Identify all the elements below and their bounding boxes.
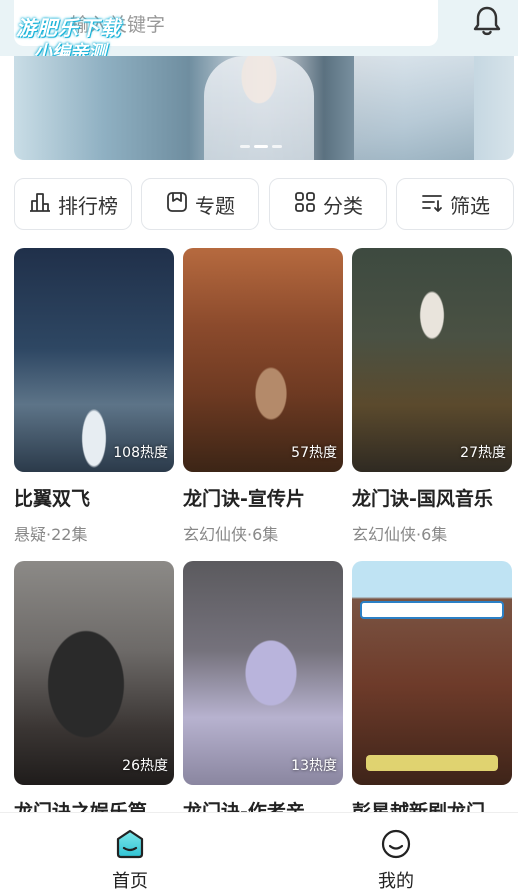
category-grid-icon <box>293 190 317 219</box>
nav-profile[interactable]: 我的 <box>356 827 436 893</box>
topic-button[interactable]: 专题 <box>141 178 259 230</box>
heat-badge: 26热度 <box>122 758 168 774</box>
heat-badge: 108热度 <box>113 445 168 461</box>
video-card[interactable]: 27热度 龙门诀-国风音乐 玄幻仙侠·6集 <box>352 248 512 545</box>
bell-icon[interactable] <box>470 4 504 38</box>
ranking-icon <box>28 190 52 219</box>
video-title[interactable]: 龙门诀-宣传片 <box>183 484 343 511</box>
video-card[interactable]: 57热度 龙门诀-宣传片 玄幻仙侠·6集 <box>183 248 343 545</box>
video-card[interactable]: 13热度 龙门诀-作者亲… <box>183 561 343 824</box>
bottom-nav: 首页 我的 <box>0 812 518 893</box>
heat-badge: 27热度 <box>460 445 506 461</box>
video-subtitle: 悬疑·22集 <box>14 525 88 544</box>
video-thumbnail[interactable] <box>352 561 512 785</box>
video-card[interactable]: 彭星越新剧龙门… <box>352 561 512 824</box>
video-card[interactable]: 26热度 龙门诀之娱乐篇 <box>14 561 174 824</box>
ranking-label: 排行榜 <box>58 193 118 218</box>
nav-profile-label: 我的 <box>378 871 414 892</box>
nav-home[interactable]: 首页 <box>90 827 170 893</box>
poster-banner <box>360 601 504 619</box>
banner-carousel[interactable] <box>14 56 514 160</box>
poster-banner <box>366 755 498 771</box>
filter-icon <box>420 190 444 219</box>
video-thumbnail[interactable]: 13热度 <box>183 561 343 785</box>
banner-figure <box>354 56 474 160</box>
heat-badge: 13热度 <box>291 758 337 774</box>
search-placeholder: 输入关键字 <box>70 13 166 36</box>
video-thumbnail[interactable]: 27热度 <box>352 248 512 472</box>
carousel-dot <box>272 145 282 148</box>
video-thumbnail[interactable]: 26热度 <box>14 561 174 785</box>
video-thumbnail[interactable]: 108热度 <box>14 248 174 472</box>
video-subtitle: 玄幻仙侠·6集 <box>352 525 448 544</box>
video-subtitle: 玄幻仙侠·6集 <box>183 525 279 544</box>
carousel-indicator <box>240 145 282 148</box>
topic-icon <box>165 190 189 219</box>
video-title[interactable]: 龙门诀-国风音乐 <box>352 484 512 511</box>
ranking-button[interactable]: 排行榜 <box>14 178 132 230</box>
carousel-dot <box>240 145 250 148</box>
category-label: 分类 <box>323 193 363 218</box>
topic-label: 专题 <box>195 193 235 218</box>
carousel-dot-active <box>254 145 268 148</box>
filter-button[interactable]: 筛选 <box>396 178 514 230</box>
heat-badge: 57热度 <box>291 445 337 461</box>
category-button[interactable]: 分类 <box>269 178 387 230</box>
video-card[interactable]: 108热度 比翼双飞 悬疑·22集 <box>14 248 174 545</box>
nav-home-label: 首页 <box>112 871 148 892</box>
top-bar: 输入关键字 游肥乐下载 小编亲测 <box>0 0 518 63</box>
home-icon <box>90 827 170 861</box>
category-buttons: 排行榜 专题 分类 筛选 <box>14 178 518 232</box>
search-input[interactable]: 输入关键字 <box>14 0 438 46</box>
video-thumbnail[interactable]: 57热度 <box>183 248 343 472</box>
profile-icon <box>356 827 436 861</box>
filter-label: 筛选 <box>450 193 490 218</box>
video-title[interactable]: 比翼双飞 <box>14 484 174 511</box>
